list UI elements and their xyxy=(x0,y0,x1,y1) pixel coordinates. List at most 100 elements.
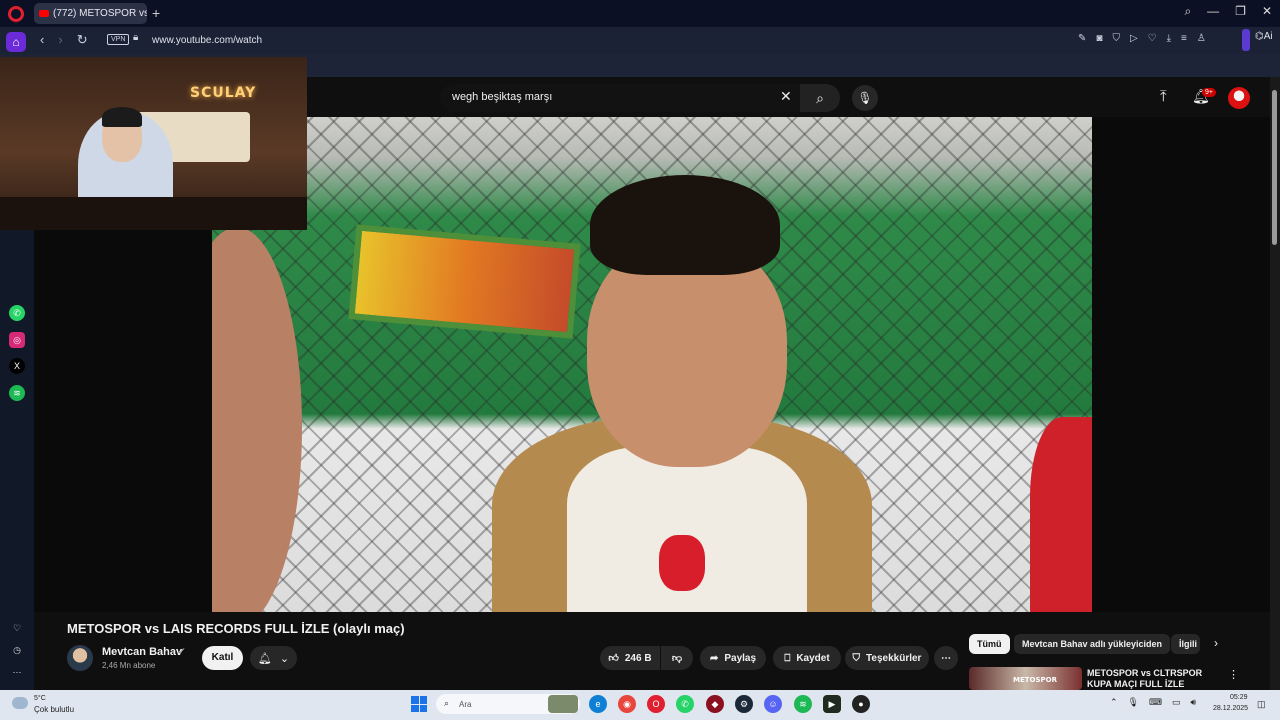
news-widget-icon[interactable] xyxy=(548,695,578,713)
network-icon[interactable]: ▭ xyxy=(1172,697,1181,708)
channel-avatar[interactable] xyxy=(67,645,93,671)
back-icon[interactable]: ‹ xyxy=(40,32,44,48)
player-hair xyxy=(590,175,780,275)
weather-description[interactable]: Çok bulutlu xyxy=(34,705,74,714)
game-launcher-icon[interactable]: ◆ xyxy=(706,695,724,713)
thumbs-down-icon: 👎︎ xyxy=(671,653,683,664)
obs-icon[interactable]: ● xyxy=(852,695,870,713)
download-icon[interactable]: ⤓ xyxy=(1167,33,1171,44)
video-title: METOSPOR vs LAIS RECORDS FULL İZLE (olay… xyxy=(67,621,405,636)
ai-button[interactable]: ⌬Ai xyxy=(1255,31,1273,42)
scrollbar-thumb[interactable] xyxy=(1272,90,1277,245)
ai-icon: ⌬ xyxy=(1255,31,1264,42)
clock-time[interactable]: 05:29 xyxy=(1230,694,1248,701)
edit-icon[interactable]: ✎ xyxy=(1078,33,1086,44)
thanks-button[interactable]: ⛉ Teşekkürler xyxy=(845,646,929,670)
lock-icon[interactable]: 🔒︎ xyxy=(133,32,138,43)
webcam-overlay: SCULAY xyxy=(0,57,307,230)
tray-expand-icon[interactable]: ⌃ xyxy=(1110,697,1118,708)
terminal-icon[interactable]: ▶ xyxy=(823,695,841,713)
play-icon[interactable]: ▷ xyxy=(1130,33,1138,44)
keyboard-icon[interactable]: ⌨ xyxy=(1149,697,1162,708)
reload-icon[interactable]: ↻ xyxy=(77,32,88,48)
share-button[interactable]: ➦ Paylaş xyxy=(700,646,766,670)
menu-icon[interactable]: ≡ xyxy=(1181,33,1187,44)
thumbs-up-icon: 👍︎ xyxy=(608,653,619,664)
more-actions-button[interactable]: ⋯ xyxy=(934,646,958,670)
steam-icon[interactable]: ⚙ xyxy=(735,695,753,713)
search-icon: ⌕ xyxy=(816,90,824,106)
whatsapp-icon[interactable]: ✆ xyxy=(676,695,694,713)
video-frame[interactable] xyxy=(212,117,1092,612)
clock-date[interactable]: 28.12.2025 xyxy=(1213,705,1248,712)
edge-icon[interactable]: e xyxy=(589,695,607,713)
clear-search-icon[interactable]: ✕ xyxy=(780,88,792,105)
turkish-flag-badge xyxy=(659,535,705,591)
microphone-tray-icon[interactable]: 🎙︎ xyxy=(1128,697,1139,708)
bookmark-icon: ⎕ xyxy=(784,652,791,664)
cloud-icon[interactable] xyxy=(12,697,28,709)
url-field[interactable]: www.youtube.com/watch xyxy=(152,35,262,46)
instagram-icon[interactable]: ◎ xyxy=(9,332,25,348)
history-icon[interactable]: ◷ xyxy=(9,642,25,658)
upload-icon[interactable]: ⤒ xyxy=(1160,88,1167,105)
taskbar-search-placeholder: Ara xyxy=(459,700,472,709)
search-query[interactable]: wegh beşiktaş marşı xyxy=(452,91,552,103)
like-button[interactable]: 👍︎ 246 B xyxy=(600,646,660,670)
opera-sidebar: ✆ ◎ X ≋ ♡ ◷ ⋯ xyxy=(0,230,34,690)
x-icon[interactable]: X xyxy=(9,358,25,374)
home-icon[interactable]: ⌂ xyxy=(6,32,26,52)
related-more-icon[interactable]: ⋮ xyxy=(1228,668,1239,681)
dislike-button[interactable]: 👎︎ xyxy=(661,646,693,670)
spotify-icon[interactable]: ≋ xyxy=(794,695,812,713)
notification-badge: 9+ xyxy=(1202,88,1216,97)
heart-icon[interactable]: ♡ xyxy=(1148,33,1157,44)
spotify-icon[interactable]: ≋ xyxy=(9,385,25,401)
join-button[interactable]: Katıl xyxy=(202,646,243,670)
sidebar-toggle[interactable] xyxy=(1242,29,1250,51)
chevron-right-icon[interactable]: › xyxy=(1214,636,1218,650)
tab-search-icon[interactable]: ⌕ xyxy=(1184,4,1191,19)
camera-icon[interactable]: ◙ xyxy=(1096,33,1102,44)
close-window-icon[interactable]: ✕ xyxy=(1262,4,1272,19)
more-icon: ⋯ xyxy=(941,652,951,664)
streamer-hair xyxy=(102,107,142,127)
address-bar-actions: ✎ ◙ ⛉ ▷ ♡ ⤓ ≡ ♙ xyxy=(1078,33,1206,44)
favorites-heart-icon[interactable]: ♡ xyxy=(9,620,25,636)
vpn-badge[interactable]: VPN xyxy=(107,34,130,45)
volume-icon[interactable]: 🔊︎ xyxy=(1191,697,1197,708)
navigation-buttons: ‹ › ↻ xyxy=(40,32,88,48)
forward-icon[interactable]: › xyxy=(58,32,62,48)
browser-tab[interactable]: (772) METOSPOR vs LAIS RECORDS ✕ xyxy=(34,3,147,24)
opera-icon[interactable]: O xyxy=(647,695,665,713)
chip-all[interactable]: Tümü xyxy=(969,634,1010,654)
maximize-icon[interactable]: ❐ xyxy=(1235,4,1246,19)
chip-related[interactable]: İlgili xyxy=(1171,634,1200,654)
neon-sign: SCULAY xyxy=(190,85,257,101)
notification-center-icon[interactable]: ◫ xyxy=(1257,699,1266,710)
background-person xyxy=(1030,417,1092,612)
profile-icon[interactable]: ♙ xyxy=(1197,33,1206,44)
search-button[interactable]: ⌕ xyxy=(800,84,840,112)
whatsapp-icon[interactable]: ✆ xyxy=(9,305,25,321)
channel-name[interactable]: Mevtcan Bahav xyxy=(102,646,182,658)
discord-icon[interactable]: ☺ xyxy=(764,695,782,713)
like-count: 246 B xyxy=(624,652,652,664)
chip-uploader[interactable]: Mevtcan Bahav adlı yükleyiciden xyxy=(1014,634,1171,654)
more-icon[interactable]: ⋯ xyxy=(9,664,25,680)
weather-temperature[interactable]: 5°C xyxy=(34,695,46,702)
related-video-title[interactable]: METOSPOR vs CLTRSPOR KUPA MAÇI FULL İZLE xyxy=(1087,668,1217,690)
chrome-icon[interactable]: ◉ xyxy=(618,695,636,713)
subscribe-bell-button[interactable]: 🔔︎ ⌄ xyxy=(250,646,297,670)
new-tab-icon[interactable]: + xyxy=(152,5,160,21)
youtube-favicon-icon xyxy=(39,10,49,17)
shield-icon[interactable]: ⛉ xyxy=(1112,33,1120,44)
opera-logo-icon[interactable] xyxy=(8,6,24,22)
minimize-icon[interactable]: — xyxy=(1207,4,1219,19)
windows-start-icon[interactable] xyxy=(411,696,427,712)
account-avatar[interactable] xyxy=(1228,87,1250,109)
thanks-icon: ⛉ xyxy=(852,652,861,664)
save-button[interactable]: ⎕ Kaydet xyxy=(773,646,841,670)
window-controls: ⌕ — ❐ ✕ xyxy=(1184,4,1272,19)
voice-search-button[interactable]: 🎙︎ xyxy=(852,85,878,111)
